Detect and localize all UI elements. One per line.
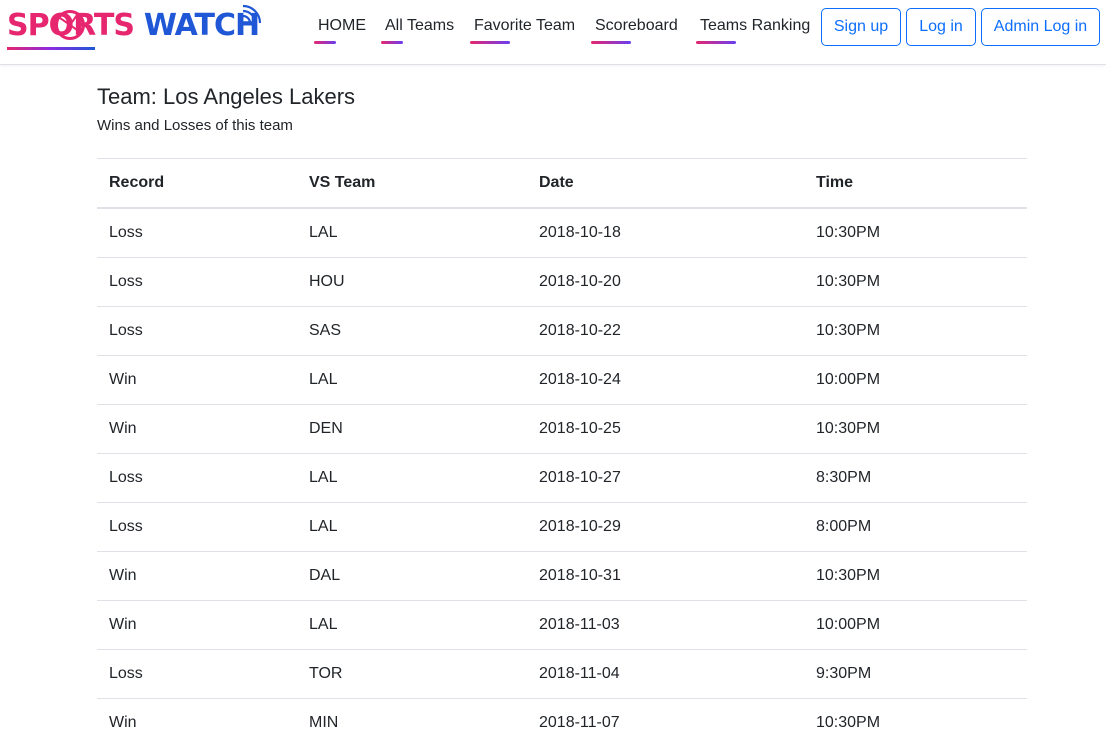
cell-time: 8:00PM <box>804 502 1027 552</box>
cell-vs-team: SAS <box>297 306 527 356</box>
nav-all-teams-label: All Teams <box>385 17 455 34</box>
records-table: Record VS Team Date Time Loss LAL 2018-1… <box>97 158 1027 747</box>
cell-time: 10:30PM <box>804 306 1027 356</box>
column-header-date: Date <box>527 158 804 209</box>
cell-time: 10:30PM <box>804 404 1027 454</box>
cell-date: 2018-10-25 <box>527 404 804 454</box>
column-header-vs-team: VS Team <box>297 158 527 209</box>
cell-vs-team: LAL <box>297 207 527 258</box>
nav-scoreboard-label: Scoreboard <box>595 17 678 34</box>
cell-vs-team: LAL <box>297 453 527 503</box>
cell-record: Win <box>97 698 297 747</box>
cell-record: Win <box>97 404 297 454</box>
page-subtitle: Wins and Losses of this team <box>97 117 293 134</box>
cell-record: Loss <box>97 453 297 503</box>
cell-date: 2018-11-07 <box>527 698 804 747</box>
nav-underline <box>314 41 336 44</box>
cell-record: Loss <box>97 649 297 699</box>
column-header-record: Record <box>97 158 297 209</box>
cell-record: Loss <box>97 306 297 356</box>
cell-vs-team: MIN <box>297 698 527 747</box>
cell-record: Win <box>97 551 297 601</box>
cell-record: Win <box>97 355 297 405</box>
cell-date: 2018-10-31 <box>527 551 804 601</box>
nav-favorite-team[interactable]: Favorite Team <box>470 17 576 44</box>
navbar: SPORTS WATCH HOME All Teams Favorite Team… <box>0 0 1106 65</box>
table-row: Loss LAL 2018-10-29 8:00PM <box>97 502 1027 552</box>
cell-date: 2018-10-29 <box>527 502 804 552</box>
nav-all-teams[interactable]: All Teams <box>381 17 455 44</box>
cell-vs-team: LAL <box>297 600 527 650</box>
cell-date: 2018-10-22 <box>527 306 804 356</box>
cell-vs-team: DEN <box>297 404 527 454</box>
cell-time: 10:30PM <box>804 257 1027 307</box>
nav-favorite-team-label: Favorite Team <box>474 17 576 34</box>
login-button[interactable]: Log in <box>906 8 976 46</box>
nav-underline <box>696 41 736 44</box>
cell-time: 10:30PM <box>804 551 1027 601</box>
table-row: Loss HOU 2018-10-20 10:30PM <box>97 257 1027 307</box>
nav-home-label: HOME <box>318 17 366 34</box>
signup-button[interactable]: Sign up <box>821 8 901 46</box>
basketball-icon <box>55 10 85 40</box>
nav-underline <box>591 41 631 44</box>
table-row: Loss TOR 2018-11-04 9:30PM <box>97 649 1027 699</box>
cell-date: 2018-11-03 <box>527 600 804 650</box>
nav-teams-ranking-label: Teams Ranking <box>700 17 811 34</box>
cell-date: 2018-10-24 <box>527 355 804 405</box>
cell-date: 2018-10-27 <box>527 453 804 503</box>
page-title: Team: Los Angeles Lakers <box>97 84 356 109</box>
brand-underline <box>7 47 95 50</box>
table-row: Win LAL 2018-10-24 10:00PM <box>97 355 1027 405</box>
cell-time: 10:00PM <box>804 355 1027 405</box>
brand-wordmark: SPORTS WATCH <box>7 9 260 43</box>
cell-vs-team: TOR <box>297 649 527 699</box>
cell-record: Win <box>97 600 297 650</box>
table-row: Win DEN 2018-10-25 10:30PM <box>97 404 1027 454</box>
table-row: Win MIN 2018-11-07 10:30PM <box>97 698 1027 747</box>
nav-home[interactable]: HOME <box>314 17 366 44</box>
brand-logo[interactable]: SPORTS WATCH <box>7 3 263 51</box>
table-row: Loss LAL 2018-10-18 10:30PM <box>97 207 1027 258</box>
table-row: Win DAL 2018-10-31 10:30PM <box>97 551 1027 601</box>
cell-vs-team: HOU <box>297 257 527 307</box>
nav-underline <box>470 41 510 44</box>
nav-scoreboard[interactable]: Scoreboard <box>591 17 678 44</box>
table-row: Win LAL 2018-11-03 10:00PM <box>97 600 1027 650</box>
signal-icon <box>242 4 262 24</box>
nav-teams-ranking[interactable]: Teams Ranking <box>696 17 811 44</box>
cell-vs-team: LAL <box>297 355 527 405</box>
cell-record: Loss <box>97 502 297 552</box>
column-header-time: Time <box>804 158 1027 209</box>
cell-time: 10:00PM <box>804 600 1027 650</box>
cell-date: 2018-10-18 <box>527 207 804 258</box>
cell-record: Loss <box>97 207 297 258</box>
cell-record: Loss <box>97 257 297 307</box>
records-table-body: Loss LAL 2018-10-18 10:30PM Loss HOU 201… <box>97 207 1027 747</box>
cell-date: 2018-10-20 <box>527 257 804 307</box>
cell-time: 9:30PM <box>804 649 1027 699</box>
nav-underline <box>381 41 403 44</box>
cell-time: 10:30PM <box>804 207 1027 258</box>
admin-login-button[interactable]: Admin Log in <box>981 8 1100 46</box>
cell-vs-team: DAL <box>297 551 527 601</box>
main-content: Team: Los Angeles Lakers Wins and Losses… <box>97 82 1027 136</box>
cell-date: 2018-11-04 <box>527 649 804 699</box>
cell-time: 10:30PM <box>804 698 1027 747</box>
cell-time: 8:30PM <box>804 453 1027 503</box>
table-row: Loss LAL 2018-10-27 8:30PM <box>97 453 1027 503</box>
table-row: Loss SAS 2018-10-22 10:30PM <box>97 306 1027 356</box>
table-header-row: Record VS Team Date Time <box>97 158 1027 209</box>
cell-vs-team: LAL <box>297 502 527 552</box>
